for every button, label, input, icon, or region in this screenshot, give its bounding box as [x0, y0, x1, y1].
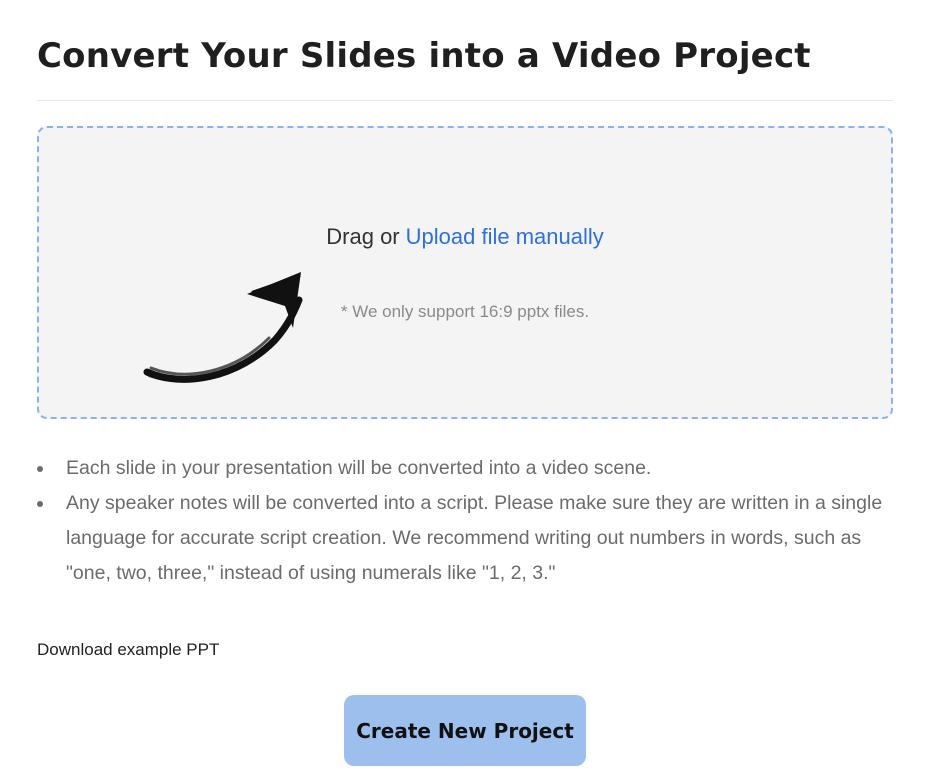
list-item: Each slide in your presentation will be … [37, 451, 907, 486]
curved-arrow-icon [143, 266, 313, 390]
list-item: Any speaker notes will be converted into… [37, 486, 907, 591]
list-item-text: Each slide in your presentation will be … [66, 457, 651, 479]
upload-file-link[interactable]: Upload file manually [406, 224, 604, 249]
list-item-text: Any speaker notes will be converted into… [66, 492, 882, 584]
info-list: Each slide in your presentation will be … [37, 451, 907, 591]
drop-instruction: Drag or Upload file manually [39, 224, 891, 250]
create-new-project-button[interactable]: Create New Project [344, 695, 586, 766]
download-example-link[interactable]: Download example PPT [37, 640, 219, 660]
title-divider [37, 100, 893, 101]
drag-label: Drag or [326, 224, 399, 249]
page-title: Convert Your Slides into a Video Project [37, 36, 811, 76]
bullet-icon [37, 466, 43, 472]
file-dropzone[interactable]: Drag orUpload file manually * We only su… [37, 126, 893, 419]
bullet-icon [37, 501, 43, 507]
